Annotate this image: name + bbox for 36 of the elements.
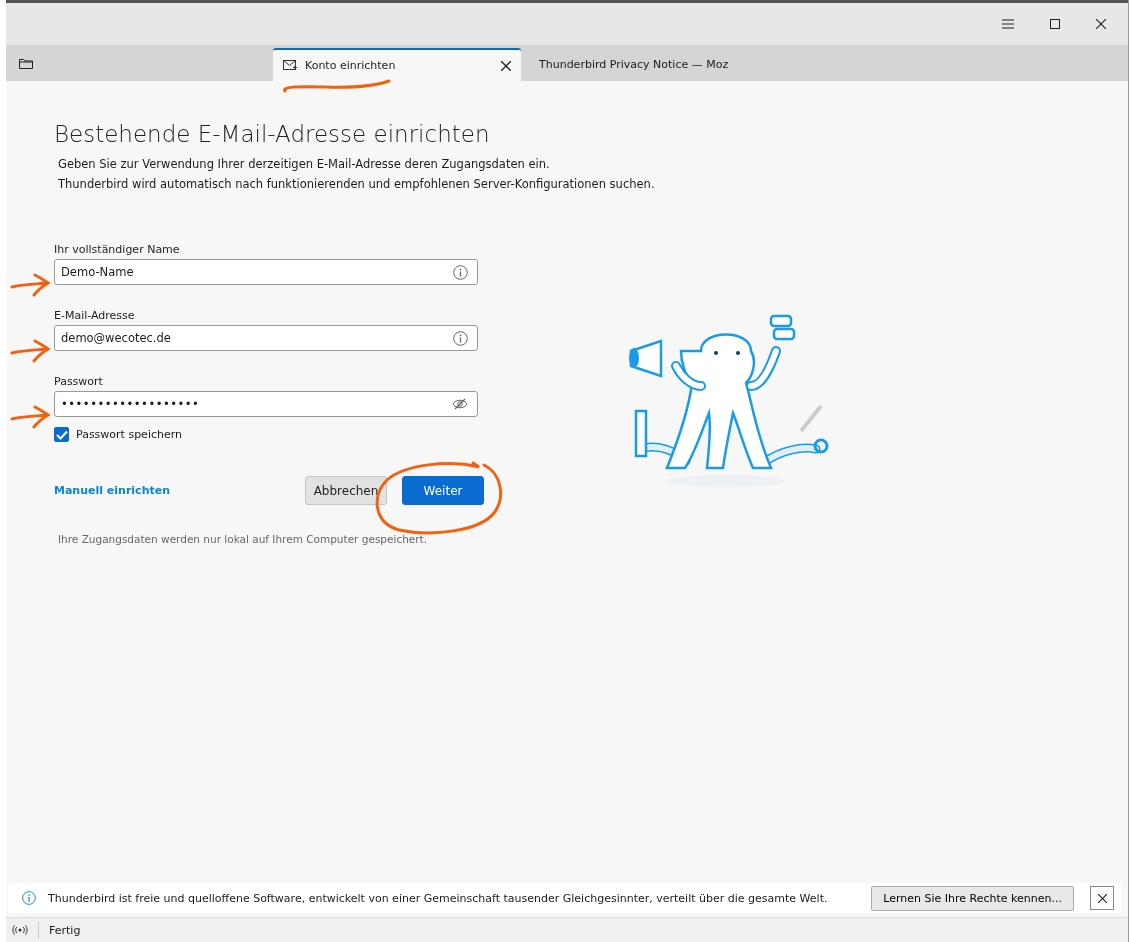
intro-text: Geben Sie zur Verwendung Ihrer derzeitigen E-Mail-Adresse deren Zugangsdaten ein. xyxy=(58,157,551,171)
annotation-arrow xyxy=(10,405,52,429)
input-field[interactable]: ••••••••••••••••••• xyxy=(54,391,478,417)
checkbox[interactable] xyxy=(54,427,69,442)
menu-icon[interactable] xyxy=(1002,19,1014,29)
checkbox-label: Passwort speichern xyxy=(76,428,183,441)
envelope-icon xyxy=(283,60,297,71)
info-icon xyxy=(22,891,36,905)
privacy-note: Ihre Zugangsdaten werden nur lokal auf Ihrem Computer gespeichert. xyxy=(58,533,429,545)
manual-setup-link[interactable]: Manuell einrichten xyxy=(54,484,171,497)
input-field[interactable]: demo@wecotec.de xyxy=(54,325,478,351)
annotation-arrow xyxy=(10,339,52,363)
continue-button[interactable]: Weiter xyxy=(402,476,484,505)
annotation-arrow xyxy=(10,273,52,297)
field-label: Passwort xyxy=(54,375,104,388)
close-icon xyxy=(1097,893,1107,903)
page-heading: Bestehende E-Mail-Adresse einrichten xyxy=(54,121,491,147)
info-icon[interactable] xyxy=(453,264,468,280)
close-icon[interactable] xyxy=(1096,19,1106,29)
folder-icon[interactable] xyxy=(19,58,33,69)
cancel-button[interactable]: Abbrechen xyxy=(305,476,387,505)
notification-text: Thunderbird ist freie und quelloffene Software, entwickelt von einer Gemeinschaft tausender Gleichgesinnter, verteilt über die gesamte Welt. xyxy=(48,891,829,905)
intro-text: Thunderbird wird automatisch nach funktionierenden und empfohlenen Server-Konfigurationen suchen. xyxy=(58,177,656,191)
input-field[interactable]: Demo-Name xyxy=(54,259,478,285)
status-text: Fertig xyxy=(49,923,81,937)
eye-slash-icon[interactable] xyxy=(452,398,468,410)
maximize-icon[interactable] xyxy=(1050,19,1060,29)
broadcast-icon xyxy=(12,925,28,935)
tab[interactable]: Thunderbird Privacy Notice — Moz xyxy=(521,48,746,81)
tab[interactable]: Konto einrichten xyxy=(273,48,521,81)
close-button[interactable] xyxy=(1090,886,1114,910)
learn-rights-button[interactable]: Lernen Sie Ihre Rechte kennen... xyxy=(871,885,1074,911)
close-icon[interactable] xyxy=(501,60,511,71)
field-label: E-Mail-Adresse xyxy=(54,309,136,322)
info-icon[interactable] xyxy=(453,330,468,346)
field-label: Ihr vollständiger Name xyxy=(54,243,181,256)
